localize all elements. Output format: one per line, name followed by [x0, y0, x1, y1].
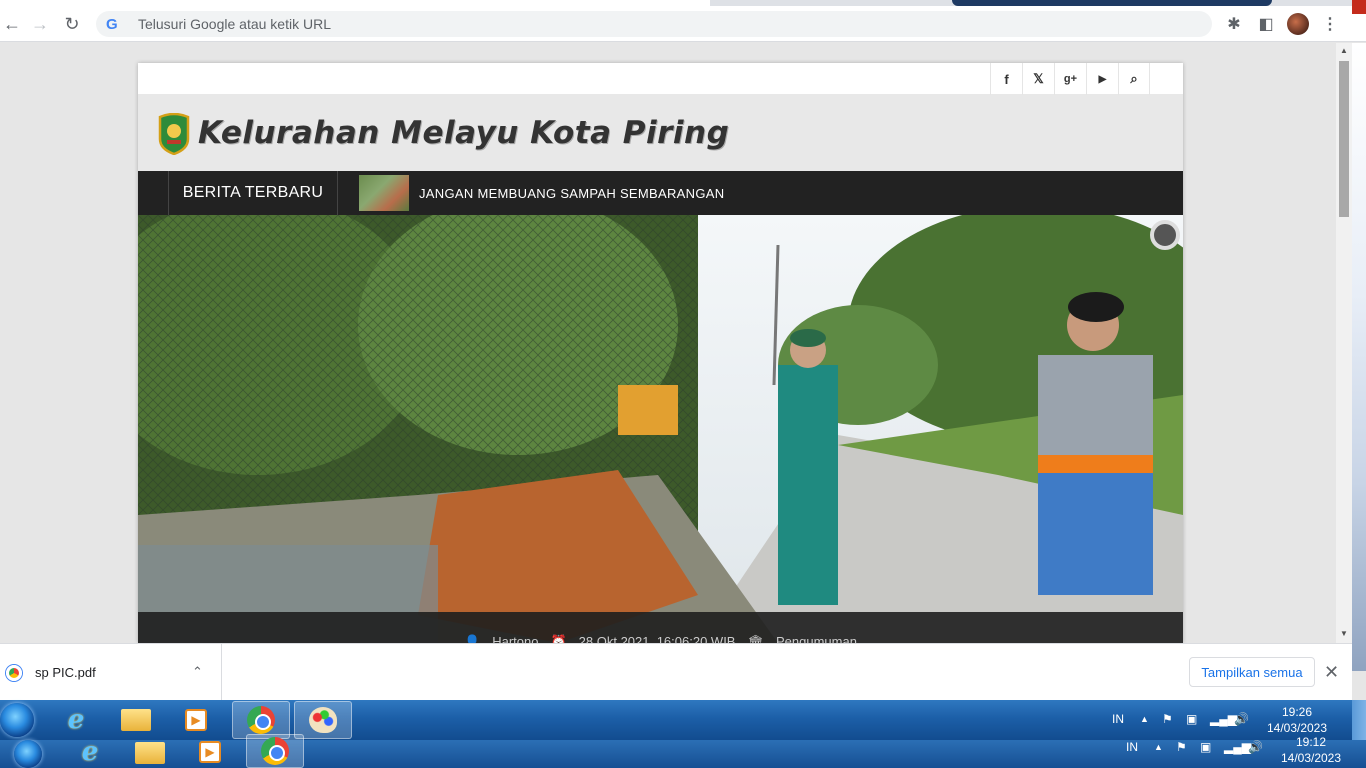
chrome-taskbar-button-duplicate[interactable]	[246, 734, 304, 768]
download-shelf: sp PIC.pdf ⌃ Tampilkan semua ✕	[0, 643, 1352, 701]
clock-date-duplicate: 14/03/2023	[1280, 751, 1342, 765]
media-player-icon[interactable]: ▶	[178, 702, 214, 738]
background-window-edge	[1352, 43, 1366, 671]
caption-date: 28 Okt 2021, 16:06:20 WIB	[578, 634, 736, 643]
volume-icon[interactable]: 🔊	[1234, 712, 1249, 726]
start-button-duplicate[interactable]	[14, 740, 42, 768]
facebook-icon[interactable]: f	[990, 63, 1022, 95]
ticker-label: BERITA TERBARU	[168, 171, 338, 215]
scroll-down-icon[interactable]: ▼	[1340, 629, 1348, 638]
omnibox[interactable]: G Telusuri Google atau ketik URL	[96, 11, 1212, 37]
download-file-name: sp PIC.pdf	[35, 665, 96, 680]
paint-taskbar-button[interactable]	[294, 701, 352, 739]
site-header: Kelurahan Melayu Kota Piring	[138, 95, 1183, 171]
browser-toolbar: ← → ↻ G Telusuri Google atau ketik URL ✱…	[0, 0, 1366, 42]
author-icon: 👤	[464, 634, 481, 643]
slide-caption: 👤 Hartono ⏰ 28 Okt 2021, 16:06:20 WIB 🏛 …	[138, 612, 1183, 643]
inactive-tab[interactable]	[952, 0, 1272, 6]
ticker-headline[interactable]: JANGAN MEMBUANG SAMPAH SEMBARANGAN	[419, 171, 724, 215]
chrome-pdf-icon	[6, 664, 22, 681]
category-icon: 🏛	[747, 634, 764, 643]
network-icon[interactable]: ▂▄▆	[1210, 712, 1237, 726]
clock-time-duplicate: 19:12	[1295, 735, 1327, 749]
page-viewport: f 𝕏 g+ ▶ ⌕ Kelurahan Melayu Kota Piring …	[0, 43, 1336, 643]
hero-photo	[138, 215, 1183, 643]
omnibox-placeholder: Telusuri Google atau ketik URL	[138, 16, 331, 32]
window-close-button[interactable]	[1352, 0, 1366, 14]
tab-strip	[0, 0, 1366, 14]
caption-author[interactable]: Hartono	[492, 634, 538, 643]
ticker-thumbnail[interactable]	[359, 175, 409, 211]
site-title[interactable]: Kelurahan Melayu Kota Piring	[198, 115, 729, 151]
back-icon[interactable]: ←	[0, 12, 24, 36]
show-desktop-button[interactable]	[1352, 700, 1366, 740]
device-icon-duplicate[interactable]: ▣	[1200, 740, 1211, 754]
google-icon: G	[106, 15, 118, 33]
file-explorer-icon-duplicate[interactable]	[132, 738, 168, 768]
chevron-up-icon[interactable]: ⌃	[192, 664, 203, 680]
action-center-icon-duplicate[interactable]: ⚑	[1176, 740, 1187, 754]
youtube-icon[interactable]: ▶	[1086, 63, 1118, 95]
media-player-icon-duplicate[interactable]: ▶	[192, 736, 228, 768]
taskbar: e ▶ IN ▲ ⚑ ▣ ▂▄▆ 🔊 19:26 14/03/2023	[0, 700, 1366, 740]
taskbar-duplicate: e ▶ IN ▲ ⚑ ▣ ▂▄▆ 🔊 19:12 14/03/2023	[0, 734, 1366, 768]
side-panel-icon[interactable]: ◧	[1255, 13, 1277, 35]
language-indicator-duplicate[interactable]: IN	[1126, 740, 1138, 754]
forward-icon[interactable]: →	[28, 12, 52, 36]
language-indicator[interactable]: IN	[1112, 712, 1124, 726]
volume-icon-duplicate[interactable]: 🔊	[1248, 740, 1263, 754]
news-ticker: BERITA TERBARU JANGAN MEMBUANG SAMPAH SE…	[138, 171, 1183, 215]
taskbar-clock[interactable]: 19:26 14/03/2023	[1262, 704, 1332, 736]
page-scrollbar[interactable]: ▲ ▼	[1336, 43, 1352, 643]
logo-emblem[interactable]	[158, 113, 190, 155]
internet-explorer-icon-duplicate[interactable]: e	[72, 736, 108, 768]
close-icon[interactable]: ✕	[1324, 662, 1339, 683]
network-icon-duplicate[interactable]: ▂▄▆	[1224, 740, 1251, 754]
active-tab[interactable]	[0, 0, 710, 6]
menu-icon[interactable]: ⋮	[1319, 13, 1341, 35]
google-plus-icon[interactable]: g+	[1054, 63, 1086, 95]
device-icon[interactable]: ▣	[1186, 712, 1197, 726]
social-topbar: f 𝕏 g+ ▶ ⌕	[138, 63, 1183, 95]
show-all-button[interactable]: Tampilkan semua	[1189, 657, 1315, 687]
caption-category[interactable]: Pengumuman	[776, 634, 857, 643]
internet-explorer-icon[interactable]: e	[58, 702, 94, 738]
website: f 𝕏 g+ ▶ ⌕ Kelurahan Melayu Kota Piring …	[138, 63, 1183, 643]
scroll-up-icon[interactable]: ▲	[1340, 46, 1348, 55]
start-button[interactable]	[0, 703, 34, 737]
action-center-icon[interactable]: ⚑	[1162, 712, 1173, 726]
twitter-icon[interactable]: 𝕏	[1022, 63, 1054, 95]
clock-icon: ⏰	[550, 634, 567, 643]
tray-expand-icon-duplicate[interactable]: ▲	[1154, 742, 1163, 752]
reload-icon[interactable]: ↻	[60, 12, 84, 36]
profile-avatar[interactable]	[1287, 13, 1309, 35]
search-icon[interactable]: ⌕	[1118, 63, 1150, 95]
clock-time: 19:26	[1281, 705, 1313, 719]
taskbar-clock-duplicate[interactable]: 19:12 14/03/2023	[1276, 734, 1346, 766]
extensions-icon[interactable]: ✱	[1223, 13, 1245, 35]
hero-slider[interactable]: 👤 Hartono ⏰ 28 Okt 2021, 16:06:20 WIB 🏛 …	[138, 215, 1183, 643]
slider-loading-icon	[1150, 220, 1180, 250]
tray-expand-icon[interactable]: ▲	[1140, 714, 1149, 724]
scrollbar-thumb[interactable]	[1339, 61, 1349, 217]
download-item[interactable]: sp PIC.pdf ⌃	[0, 644, 222, 701]
file-explorer-icon[interactable]	[118, 702, 154, 738]
